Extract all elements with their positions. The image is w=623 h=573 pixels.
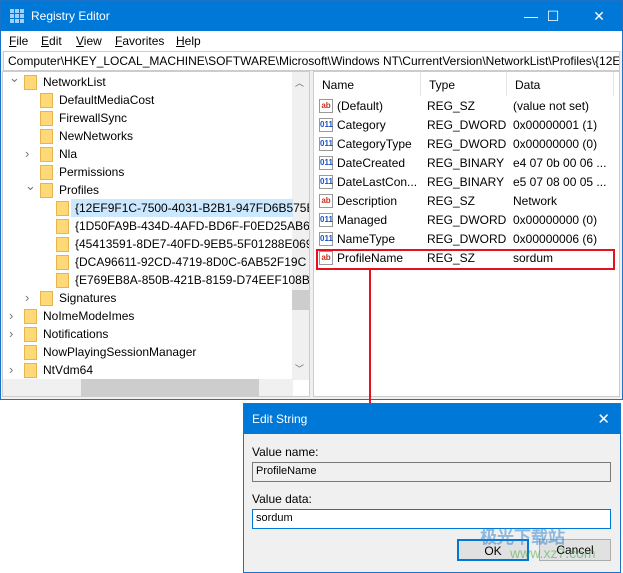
dialog-close-button[interactable]: ✕ xyxy=(597,410,610,428)
dialog-title-bar: Edit String ✕ xyxy=(244,404,620,434)
value-name-field: ProfileName xyxy=(252,462,611,482)
dialog-title: Edit String xyxy=(252,412,308,426)
value-data-label: Value data: xyxy=(252,492,312,506)
watermark-url: www.xz7.com xyxy=(510,545,596,561)
value-name-label: Value name: xyxy=(252,445,319,459)
